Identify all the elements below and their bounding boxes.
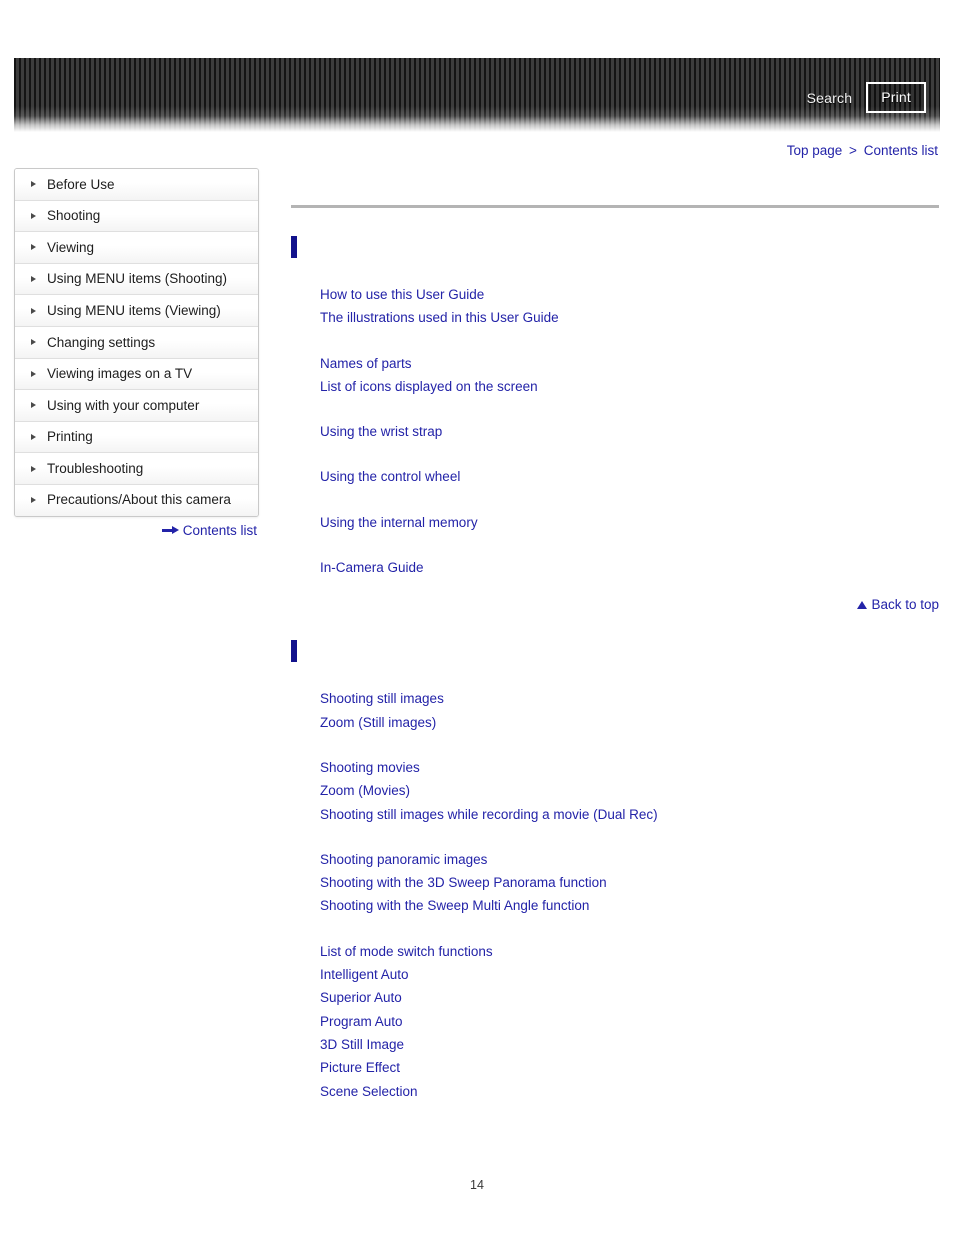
link-group: Using the control wheel <box>291 465 939 488</box>
content-link[interactable]: Names of parts <box>291 352 412 375</box>
content-link[interactable]: Scene Selection <box>291 1080 418 1103</box>
breadcrumb-item-top-page[interactable]: Top page <box>787 143 843 158</box>
sidebar-item-changing-settings[interactable]: Changing settings <box>15 326 258 359</box>
section-marker-bar <box>291 236 297 258</box>
link-group: Shooting still images Zoom (Still images) <box>291 687 939 734</box>
sidebar-item-using-menu-items-shooting[interactable]: Using MENU items (Shooting) <box>15 263 258 296</box>
sidebar-item-label: Using with your computer <box>47 397 200 413</box>
content-link[interactable]: Shooting panoramic images <box>291 848 487 871</box>
sidebar-item-viewing-images-on-a-tv[interactable]: Viewing images on a TV <box>15 358 258 391</box>
arrow-right-icon <box>161 526 179 535</box>
content-link[interactable]: Superior Auto <box>291 986 402 1009</box>
content-link[interactable]: Using the control wheel <box>291 465 460 488</box>
sidebar-item-using-menu-items-viewing[interactable]: Using MENU items (Viewing) <box>15 295 258 327</box>
content-link[interactable]: Using the wrist strap <box>291 420 442 443</box>
sidebar-item-viewing[interactable]: Viewing <box>15 232 258 264</box>
content-section: How to use this User Guide The illustrati… <box>291 236 939 612</box>
breadcrumb-item-contents-list[interactable]: Contents list <box>864 143 938 158</box>
sidebar-item-label: Troubleshooting <box>47 460 144 476</box>
content-link[interactable]: Zoom (Still images) <box>291 711 436 734</box>
sidebar-item-label: Before Use <box>47 176 115 192</box>
link-group: How to use this User Guide The illustrati… <box>291 283 939 330</box>
sidebar-item-shooting[interactable]: Shooting <box>15 200 258 233</box>
content-link[interactable]: Shooting still images while recording a … <box>291 803 658 826</box>
sidebar-item-printing[interactable]: Printing <box>15 421 258 454</box>
sidebar-item-label: Viewing images on a TV <box>47 366 193 382</box>
section-header <box>291 640 939 663</box>
triangle-right-icon <box>31 402 36 409</box>
triangle-right-icon <box>31 465 36 472</box>
sidebar-item-using-with-your-computer[interactable]: Using with your computer <box>15 390 258 422</box>
triangle-right-icon <box>31 497 36 504</box>
sections-container: How to use this User Guide The illustrati… <box>291 236 939 1103</box>
sidebar-item-troubleshooting[interactable]: Troubleshooting <box>15 453 258 485</box>
sidebar-navigation: Before Use Shooting Viewing Using MENU item… <box>14 168 259 517</box>
content-link[interactable]: Using the internal memory <box>291 511 478 534</box>
content-link[interactable]: Intelligent Auto <box>291 963 409 986</box>
triangle-up-icon <box>857 600 868 609</box>
link-group: Shooting movies Zoom (Movies) Shooting sti… <box>291 756 939 826</box>
back-to-top-link[interactable]: Back to top <box>291 597 939 612</box>
triangle-right-icon <box>31 244 36 251</box>
content-link[interactable]: 3D Still Image <box>291 1033 404 1056</box>
contents-list-label: Contents list <box>182 523 257 538</box>
triangle-right-icon <box>31 339 36 346</box>
section-header <box>291 236 939 258</box>
content-link[interactable]: Shooting with the Sweep Multi Angle func… <box>291 894 589 917</box>
breadcrumb: Top page > Contents list <box>787 143 938 158</box>
header-banner: Search Print <box>14 58 940 132</box>
sidebar-item-label: Changing settings <box>47 334 156 350</box>
content-link[interactable]: The illustrations used in this User Guid… <box>291 306 559 329</box>
triangle-right-icon <box>31 181 36 188</box>
link-group: In-Camera Guide <box>291 556 939 579</box>
breadcrumb-separator: > <box>849 143 857 158</box>
sidebar-item-before-use[interactable]: Before Use <box>15 169 258 201</box>
search-button[interactable]: Search <box>807 91 853 105</box>
sidebar-item-precautions-about-this-camera[interactable]: Precautions/About this camera <box>15 484 258 516</box>
triangle-right-icon <box>31 276 36 283</box>
content-link[interactable]: Program Auto <box>291 1010 403 1033</box>
content-link[interactable]: In-Camera Guide <box>291 556 424 579</box>
content-link[interactable]: Shooting with the 3D Sweep Panorama func… <box>291 871 607 894</box>
content-link[interactable]: How to use this User Guide <box>291 283 484 306</box>
page-number: 14 <box>470 1178 484 1192</box>
contents-list-link[interactable]: Contents list <box>14 523 257 538</box>
triangle-right-icon <box>31 434 36 441</box>
content-link[interactable]: Picture Effect <box>291 1056 400 1079</box>
content-link[interactable]: List of mode switch functions <box>291 940 493 963</box>
triangle-right-icon <box>31 307 36 314</box>
back-to-top-label: Back to top <box>871 597 939 613</box>
content-top-divider <box>291 205 939 208</box>
content-section: Shooting still images Zoom (Still images)… <box>291 640 939 1102</box>
sidebar-item-label: Printing <box>47 429 93 445</box>
content-link[interactable]: List of icons displayed on the screen <box>291 375 538 398</box>
sidebar-item-label: Viewing <box>47 239 95 255</box>
sidebar-item-label: Using MENU items (Shooting) <box>47 271 228 287</box>
header-controls: Search Print <box>807 82 926 113</box>
main-content: How to use this User Guide The illustrati… <box>291 205 939 1103</box>
content-link[interactable]: Zoom (Movies) <box>291 779 410 802</box>
link-group: Using the wrist strap <box>291 420 939 443</box>
print-button[interactable]: Print <box>866 82 926 113</box>
sidebar-item-label: Precautions/About this camera <box>47 492 231 508</box>
link-group: List of mode switch functions Intelligent… <box>291 940 939 1103</box>
content-link[interactable]: Shooting movies <box>291 756 420 779</box>
link-group: Shooting panoramic images Shooting with t… <box>291 848 939 918</box>
content-link[interactable]: Shooting still images <box>291 687 444 710</box>
sidebar-item-label: Using MENU items (Viewing) <box>47 302 221 318</box>
link-group: Using the internal memory <box>291 511 939 534</box>
section-marker-bar <box>291 640 297 663</box>
triangle-right-icon <box>31 370 36 377</box>
link-group: Names of parts List of icons displayed on… <box>291 352 939 399</box>
sidebar-item-label: Shooting <box>47 208 101 224</box>
triangle-right-icon <box>31 212 36 219</box>
